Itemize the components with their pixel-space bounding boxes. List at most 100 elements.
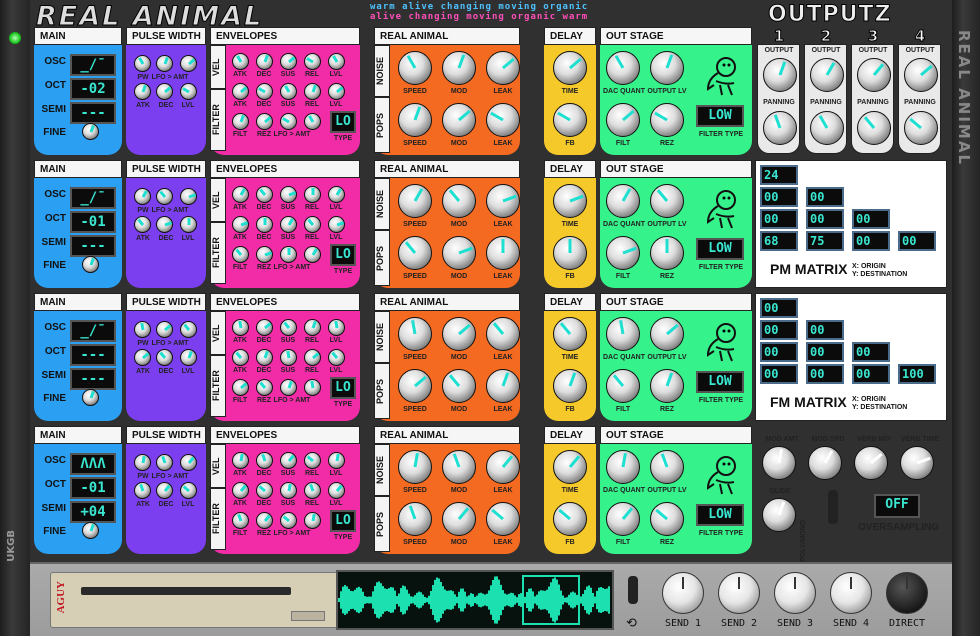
env-type-display[interactable]: LO [330, 510, 356, 532]
out-rez-knob[interactable] [650, 369, 684, 403]
dac-quant-knob[interactable] [606, 317, 640, 351]
env-filt-knob[interactable] [232, 113, 249, 130]
noise-speed-knob[interactable] [398, 450, 432, 484]
out-filt-knob[interactable] [606, 103, 640, 137]
env-lfo-knob[interactable] [280, 512, 297, 529]
eject-button[interactable] [291, 611, 325, 621]
pops-leak-knob[interactable] [486, 369, 520, 403]
pulse-knob-3[interactable] [180, 55, 197, 72]
verb-time-knob[interactable] [900, 446, 934, 480]
fine-knob[interactable] [82, 522, 99, 539]
output-level-knob-1[interactable] [763, 58, 797, 92]
fine-knob[interactable] [82, 256, 99, 273]
env-amt-knob[interactable] [304, 379, 321, 396]
pulse-knob-1[interactable] [134, 188, 151, 205]
env-rez-knob[interactable] [256, 512, 273, 529]
env-vel-knob-5[interactable] [328, 186, 345, 203]
pulse-knob-4[interactable] [134, 349, 151, 366]
send-knob-3[interactable] [774, 572, 816, 614]
noise-speed-knob[interactable] [398, 317, 432, 351]
semi-display[interactable]: --- [70, 235, 116, 257]
delay-fb-knob[interactable] [553, 236, 587, 270]
env-filter-knob-3[interactable] [280, 216, 297, 233]
env-vel-knob-1[interactable] [232, 186, 249, 203]
filter-type-display[interactable]: LOW [696, 238, 744, 260]
pm-cell[interactable]: 24 [760, 165, 798, 185]
oct-display[interactable]: --- [70, 344, 116, 366]
output-level-knob-2[interactable] [810, 58, 844, 92]
send-knob-2[interactable] [718, 572, 760, 614]
osc-display[interactable]: _/¯ [70, 54, 116, 76]
pulse-knob-2[interactable] [156, 55, 173, 72]
output-level-knob-3[interactable] [857, 58, 891, 92]
pulse-knob-3[interactable] [180, 188, 197, 205]
semi-display[interactable]: +04 [70, 501, 116, 523]
sample-display[interactable] [336, 570, 614, 630]
env-filter-knob-4[interactable] [304, 83, 321, 100]
env-vel-knob-3[interactable] [280, 186, 297, 203]
env-vel-knob-5[interactable] [328, 53, 345, 70]
mod-amt-knob[interactable] [762, 446, 796, 480]
poly-mono-switch[interactable] [828, 490, 838, 524]
pops-speed-knob[interactable] [398, 236, 432, 270]
pulse-knob-2[interactable] [156, 321, 173, 338]
env-filter-knob-4[interactable] [304, 349, 321, 366]
pulse-knob-1[interactable] [134, 55, 151, 72]
env-filter-knob-5[interactable] [328, 216, 345, 233]
env-filter-knob-3[interactable] [280, 349, 297, 366]
pulse-knob-2[interactable] [156, 188, 173, 205]
pops-speed-knob[interactable] [398, 502, 432, 536]
pops-mod-knob[interactable] [442, 369, 476, 403]
out-rez-knob[interactable] [650, 502, 684, 536]
fm-cell[interactable]: 00 [760, 342, 798, 362]
env-lfo-knob[interactable] [280, 246, 297, 263]
mod-spd-knob[interactable] [808, 446, 842, 480]
env-filter-knob-5[interactable] [328, 482, 345, 499]
noise-mod-knob[interactable] [442, 317, 476, 351]
pulse-knob-5[interactable] [156, 349, 173, 366]
env-vel-knob-4[interactable] [304, 319, 321, 336]
pops-mod-knob[interactable] [442, 103, 476, 137]
oct-display[interactable]: -02 [70, 78, 116, 100]
send-knob-4[interactable] [830, 572, 872, 614]
pulse-knob-4[interactable] [134, 482, 151, 499]
output-level-knob-4[interactable] [904, 58, 938, 92]
env-rez-knob[interactable] [256, 246, 273, 263]
env-vel-knob-5[interactable] [328, 319, 345, 336]
env-vel-knob-4[interactable] [304, 186, 321, 203]
output-lv-knob[interactable] [650, 184, 684, 218]
fm-cell[interactable]: 00 [852, 342, 890, 362]
fine-knob[interactable] [82, 389, 99, 406]
env-filter-knob-2[interactable] [256, 349, 273, 366]
pulse-knob-6[interactable] [180, 482, 197, 499]
env-vel-knob-4[interactable] [304, 53, 321, 70]
env-filter-knob-2[interactable] [256, 83, 273, 100]
power-led[interactable] [9, 32, 21, 44]
pops-leak-knob[interactable] [486, 103, 520, 137]
pops-speed-knob[interactable] [398, 369, 432, 403]
noise-mod-knob[interactable] [442, 184, 476, 218]
pm-cell[interactable]: 00 [852, 231, 890, 251]
env-rez-knob[interactable] [256, 113, 273, 130]
pulse-knob-3[interactable] [180, 454, 197, 471]
fm-cell[interactable]: 00 [760, 320, 798, 340]
noise-leak-knob[interactable] [486, 450, 520, 484]
oversampling-display[interactable]: OFF [874, 494, 920, 518]
env-filter-knob-2[interactable] [256, 216, 273, 233]
pulse-knob-6[interactable] [180, 349, 197, 366]
env-filter-knob-1[interactable] [232, 482, 249, 499]
env-filter-knob-4[interactable] [304, 482, 321, 499]
delay-time-knob[interactable] [553, 51, 587, 85]
pops-speed-knob[interactable] [398, 103, 432, 137]
osc-display[interactable]: ΛΛΛ [70, 453, 116, 475]
noise-leak-knob[interactable] [486, 184, 520, 218]
pm-cell[interactable]: 00 [898, 231, 936, 251]
send-knob-1[interactable] [662, 572, 704, 614]
delay-time-knob[interactable] [553, 184, 587, 218]
delay-fb-knob[interactable] [553, 502, 587, 536]
pm-cell[interactable]: 75 [806, 231, 844, 251]
env-vel-knob-2[interactable] [256, 452, 273, 469]
env-vel-knob-5[interactable] [328, 452, 345, 469]
pm-cell[interactable]: 00 [760, 187, 798, 207]
noise-mod-knob[interactable] [442, 450, 476, 484]
